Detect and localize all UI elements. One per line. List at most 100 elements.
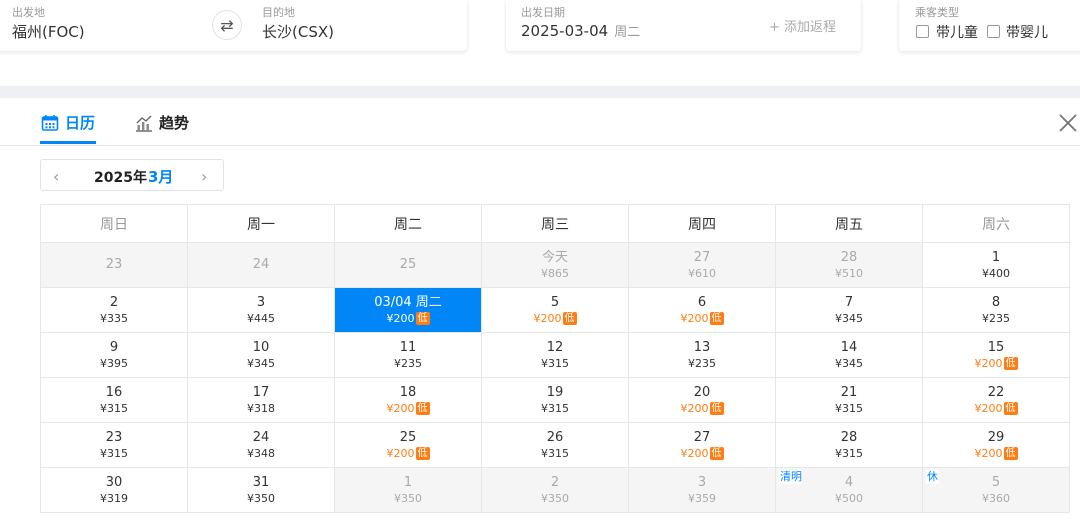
calendar-day[interactable]: 8 ¥235	[922, 287, 1070, 333]
calendar-day[interactable]: 19 ¥315	[481, 377, 629, 423]
close-icon[interactable]	[1057, 112, 1079, 134]
day-price: ¥235	[923, 311, 1069, 326]
date-value: 2025-03-04 周二	[521, 21, 640, 40]
destination-input[interactable]: 长沙(CSX)	[262, 21, 334, 42]
day-price: ¥348	[188, 446, 334, 461]
calendar-day[interactable]: 27 ¥200 低	[628, 422, 776, 468]
child-checkbox[interactable]	[916, 25, 929, 38]
low-price-badge: 低	[415, 446, 430, 460]
day-price: ¥200 低	[629, 401, 775, 416]
calendar-day[interactable]: 21 ¥315	[775, 377, 923, 423]
calendar-day[interactable]: 15 ¥200 低	[922, 332, 1070, 378]
calendar-day[interactable]: 13 ¥235	[628, 332, 776, 378]
weekday-header: 周六	[922, 204, 1070, 243]
date-field[interactable]: 出发日期 2025-03-04 周二 + 添加返程	[506, 0, 861, 51]
calendar-day[interactable]: 26 ¥315	[481, 422, 629, 468]
calendar-day[interactable]: 28 ¥315	[775, 422, 923, 468]
price-value: ¥315	[541, 356, 569, 370]
tab-trend[interactable]: 趋势	[135, 112, 189, 133]
calendar-day[interactable]: 30 ¥319	[40, 467, 188, 513]
tab-calendar[interactable]: 日历	[41, 112, 95, 133]
calendar-week-row: 16 ¥315 17 ¥318 18 ¥200 低 19 ¥315 20 ¥200 低 21 ¥315 22…	[40, 377, 1070, 423]
calendar-day: 24	[187, 242, 335, 288]
calendar-day: 28 ¥510	[775, 242, 923, 288]
price-value: ¥610	[688, 266, 716, 280]
day-price: ¥359	[629, 491, 775, 506]
day-number: 1	[403, 474, 413, 490]
infant-label[interactable]: 带婴儿	[1006, 22, 1048, 42]
day-number: 23	[105, 429, 123, 445]
calendar-day[interactable]: 22 ¥200 低	[922, 377, 1070, 423]
day-price: ¥200 低	[923, 446, 1069, 461]
price-value: ¥345	[835, 356, 863, 370]
calendar-day[interactable]: 31 ¥350	[187, 467, 335, 513]
calendar-day[interactable]: 23 ¥315	[40, 422, 188, 468]
calendar-day[interactable]: 6 ¥200 低	[628, 287, 776, 333]
date-weekday: 周二	[614, 25, 641, 40]
next-month-icon[interactable]: ›	[201, 167, 207, 186]
calendar-day[interactable]: 14 ¥345	[775, 332, 923, 378]
tab-trend-label: 趋势	[159, 114, 190, 132]
calendar-day[interactable]: 18 ¥200 低	[334, 377, 482, 423]
price-value: ¥200	[386, 311, 415, 325]
calendar-day: 3 ¥359	[628, 467, 776, 513]
low-price-badge: 低	[415, 401, 430, 415]
day-price: ¥315	[41, 446, 187, 461]
calendar-day[interactable]: 3 ¥445	[187, 287, 335, 333]
price-value: ¥345	[835, 311, 863, 325]
low-price-badge: 低	[415, 311, 430, 325]
calendar-day[interactable]: 17 ¥318	[187, 377, 335, 423]
day-price: ¥500	[776, 491, 922, 506]
calendar-day[interactable]: 12 ¥315	[481, 332, 629, 378]
day-price: ¥200 低	[629, 311, 775, 326]
day-number: 7	[844, 294, 854, 310]
calendar-day[interactable]: 9 ¥395	[40, 332, 188, 378]
infant-checkbox[interactable]	[987, 25, 1000, 38]
add-return-button[interactable]: + 添加返程	[769, 16, 836, 35]
day-number: 6	[697, 294, 707, 310]
calendar-day[interactable]: 11 ¥235	[334, 332, 482, 378]
calendar-day[interactable]: 29 ¥200 低	[922, 422, 1070, 468]
calendar-day[interactable]: 2 ¥335	[40, 287, 188, 333]
price-value: ¥395	[100, 356, 128, 370]
origin-input[interactable]: 福州(FOC)	[12, 21, 85, 42]
calendar-day[interactable]: 25 ¥200 低	[334, 422, 482, 468]
price-value: ¥315	[541, 446, 569, 460]
day-price: ¥360	[923, 491, 1069, 506]
calendar-day[interactable]: 24 ¥348	[187, 422, 335, 468]
calendar-day[interactable]: 7 ¥345	[775, 287, 923, 333]
calendar-day-selected[interactable]: 03/04 周二 ¥200 低	[334, 287, 482, 333]
day-price: ¥400	[923, 266, 1069, 281]
day-price: ¥345	[188, 356, 334, 371]
prev-month-icon[interactable]: ‹	[53, 167, 59, 186]
price-value: ¥315	[541, 401, 569, 415]
day-number: 28	[840, 249, 858, 265]
day-price: ¥235	[335, 356, 481, 371]
day-number: 30	[105, 474, 123, 490]
calendar-icon	[41, 114, 59, 131]
price-value: ¥350	[394, 491, 422, 505]
day-price: ¥200 低	[482, 311, 628, 326]
calendar-day[interactable]: 16 ¥315	[40, 377, 188, 423]
day-price: ¥510	[776, 266, 922, 281]
day-number: 5	[991, 474, 1001, 490]
calendar-day: 今天 ¥865	[481, 242, 629, 288]
swap-button[interactable]: ⇄	[212, 10, 242, 40]
day-price: ¥610	[629, 266, 775, 281]
day-number: 27	[693, 429, 711, 445]
calendar-day: 23	[40, 242, 188, 288]
calendar-day[interactable]: 1 ¥400	[922, 242, 1070, 288]
calendar-day[interactable]: 5 ¥200 低	[481, 287, 629, 333]
day-number: 11	[399, 339, 417, 355]
price-value: ¥318	[247, 401, 275, 415]
price-value: ¥200	[974, 356, 1003, 370]
day-number: 14	[840, 339, 858, 355]
child-label[interactable]: 带儿童	[936, 22, 978, 42]
day-price: ¥350	[482, 491, 628, 506]
weekday-header: 周二	[334, 204, 482, 243]
day-number: 9	[109, 339, 119, 355]
calendar-day[interactable]: 20 ¥200 低	[628, 377, 776, 423]
calendar-day[interactable]: 10 ¥345	[187, 332, 335, 378]
month-label[interactable]: 3月	[148, 166, 173, 187]
weekday-header: 周日	[40, 204, 188, 243]
